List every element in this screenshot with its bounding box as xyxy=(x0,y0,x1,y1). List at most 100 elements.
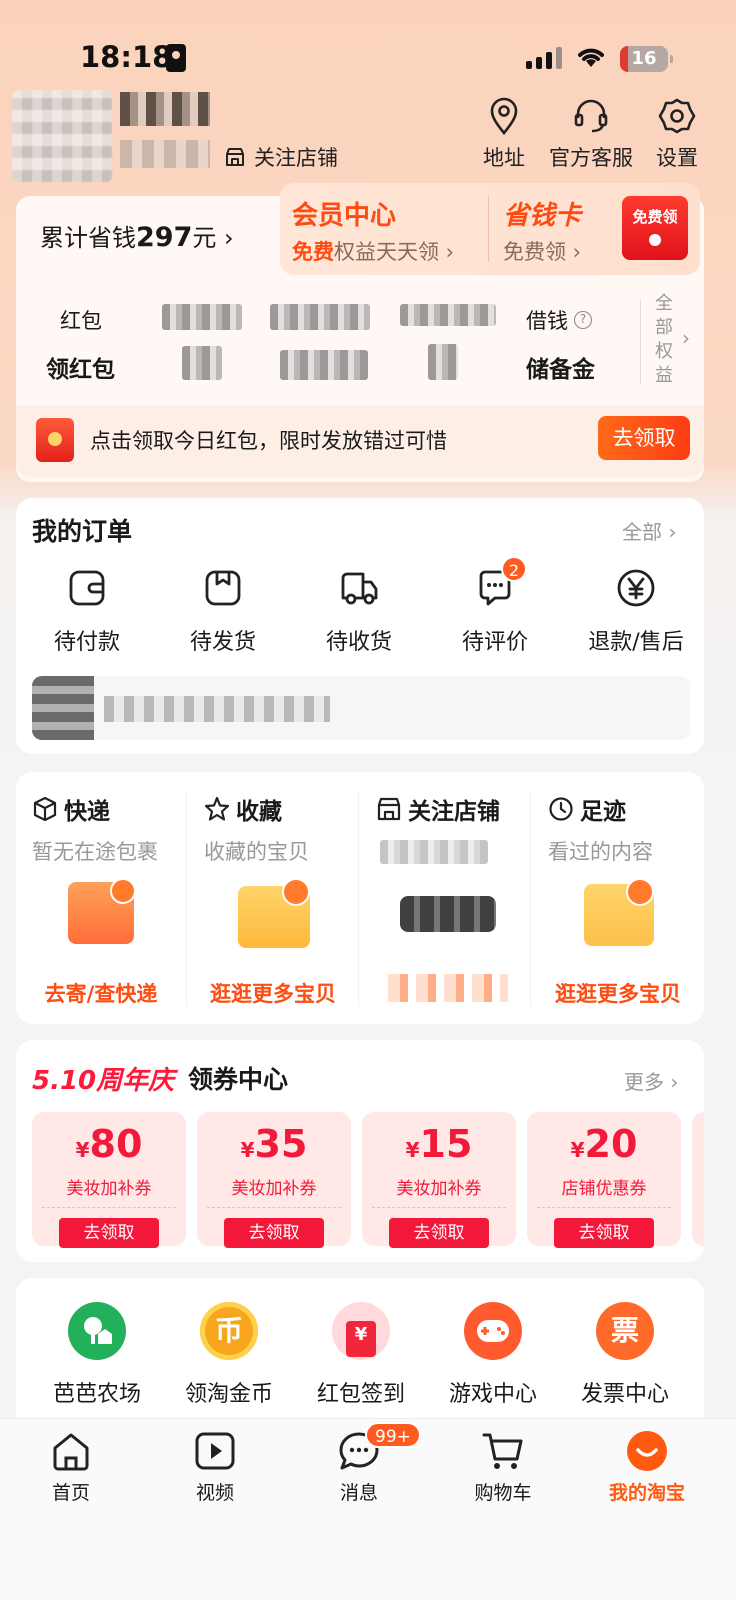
free-claim-button[interactable]: 免费领 xyxy=(622,196,688,260)
express-title: 快递 xyxy=(64,799,110,825)
gold-coin-icon: 币 xyxy=(200,1302,258,1360)
wifi-icon xyxy=(577,45,605,76)
service-gold-coins[interactable]: 币 领淘金币 xyxy=(164,1302,294,1408)
coupon-card[interactable]: ¥15 美妆加补券 去领取 xyxy=(362,1112,516,1248)
message-icon: 99+ xyxy=(337,1422,421,1472)
video-icon xyxy=(193,1430,237,1472)
address-button[interactable]: 地址 xyxy=(459,96,549,172)
vip-center-title[interactable]: 会员中心 xyxy=(292,195,396,232)
portrait-lock-icon xyxy=(166,44,186,72)
coupon-description: 美妆加补券 xyxy=(66,1179,152,1199)
red-envelope-glyph: ¥ xyxy=(346,1321,376,1357)
coupons-more-link[interactable]: 更多 › xyxy=(624,1066,678,1095)
coupon-card-partial xyxy=(692,1112,704,1246)
clock-icon xyxy=(549,797,573,821)
shop-name-blurred xyxy=(380,840,488,864)
invoice-icon: 票 xyxy=(596,1302,654,1360)
blurred-value xyxy=(162,304,242,330)
orders-all-link[interactable]: 全部 › xyxy=(622,516,676,545)
order-pending-payment-label: 待付款 xyxy=(53,630,120,655)
settings-label: 设置 xyxy=(656,146,698,170)
send-track-express-link[interactable]: 去寄/查快递 xyxy=(32,978,170,1008)
tab-messages[interactable]: 99+ 消息 xyxy=(304,1422,421,1505)
claim-coupon-button[interactable]: 去领取 xyxy=(224,1218,324,1248)
service-label: 红包签到 xyxy=(316,1382,405,1407)
claim-coupon-button[interactable]: 去领取 xyxy=(554,1218,654,1248)
star-icon xyxy=(204,796,230,821)
package-icon xyxy=(203,568,243,608)
service-red-packet-checkin[interactable]: ¥ 红包签到 xyxy=(296,1302,426,1408)
settings-button[interactable]: 设置 xyxy=(632,96,722,172)
follow-shop-label: 关注店铺 xyxy=(254,146,338,170)
browse-more-link[interactable]: 逛逛更多宝贝 xyxy=(548,978,688,1008)
saving-card-subtitle[interactable]: 免费领 › xyxy=(503,236,581,266)
favorites-card[interactable]: 收藏 收藏的宝贝 xyxy=(204,792,374,866)
favorites-subtitle: 收藏的宝贝 xyxy=(204,840,309,864)
help-icon[interactable]: ? xyxy=(574,311,592,329)
followed-shops-title: 关注店铺 xyxy=(408,799,500,825)
claim-coupon-button[interactable]: 去领取 xyxy=(59,1218,159,1248)
currency-symbol: ¥ xyxy=(240,1138,255,1162)
followed-shops-card[interactable]: 关注店铺 xyxy=(376,792,546,826)
divider xyxy=(530,790,531,1006)
shop-tag-blurred xyxy=(388,974,508,1002)
logistics-text-blurred xyxy=(104,696,330,722)
customer-service-button[interactable]: 官方客服 xyxy=(546,96,636,172)
coupon-divider xyxy=(537,1207,671,1208)
currency-symbol: ¥ xyxy=(570,1138,585,1162)
coupon-card[interactable]: ¥35 美妆加补券 去领取 xyxy=(197,1112,351,1248)
farm-icon xyxy=(68,1302,126,1360)
tab-cart[interactable]: 购物车 xyxy=(448,1430,558,1505)
blurred-value xyxy=(280,350,368,380)
coupon-description: 美妆加补券 xyxy=(231,1179,317,1199)
order-refund-aftersale[interactable]: 退款/售后 xyxy=(576,568,696,656)
tab-my-taobao[interactable]: 我的淘宝 xyxy=(592,1430,702,1505)
vip-center-subtitle[interactable]: 免费权益天天领 › xyxy=(292,236,454,266)
location-pin-icon xyxy=(484,96,524,136)
wallet-icon xyxy=(67,568,107,608)
express-card[interactable]: 快递 暂无在途包裹 xyxy=(32,792,202,866)
borrow-entry[interactable]: 借钱 ? xyxy=(526,305,592,335)
coupon-amount: 80 xyxy=(89,1122,143,1166)
order-pending-shipment[interactable]: 待发货 xyxy=(168,568,278,656)
follow-shop-link[interactable]: 关注店铺 xyxy=(224,142,338,172)
order-pending-review[interactable]: 2 待评价 xyxy=(440,556,550,656)
saving-card-title[interactable]: 省钱卡 xyxy=(503,195,581,232)
service-baba-farm[interactable]: 芭芭农场 xyxy=(32,1302,162,1408)
footprint-card[interactable]: 足迹 看过的内容 xyxy=(548,792,718,866)
tab-home[interactable]: 首页 xyxy=(16,1430,126,1505)
reserve-fund-label[interactable]: 储备金 xyxy=(526,350,595,384)
claim-red-packet-label[interactable]: 领红包 xyxy=(46,350,115,384)
gamepad-icon xyxy=(464,1302,522,1360)
blurred-value xyxy=(400,304,496,326)
coupon-divider xyxy=(372,1207,506,1208)
battery-indicator: 16 xyxy=(620,46,673,72)
savings-summary[interactable]: 累计省钱297元 › xyxy=(40,218,234,253)
customer-service-label: 官方客服 xyxy=(549,146,633,170)
gear-icon xyxy=(657,96,697,136)
username-blurred xyxy=(120,92,210,126)
service-invoice-center[interactable]: 票 发票中心 xyxy=(560,1302,690,1408)
order-pending-payment[interactable]: 待付款 xyxy=(32,568,142,656)
clock-badge-icon xyxy=(626,878,654,906)
express-subtitle: 暂无在途包裹 xyxy=(32,840,158,864)
coupon-card[interactable]: ¥20 店铺优惠券 去领取 xyxy=(527,1112,681,1248)
savings-prefix: 累计省钱 xyxy=(40,224,136,252)
claim-red-packet-button[interactable]: 去领取 xyxy=(598,416,690,460)
review-count-badge: 2 xyxy=(501,556,527,582)
order-pending-receipt[interactable]: 待收货 xyxy=(304,568,414,656)
browse-more-link[interactable]: 逛逛更多宝贝 xyxy=(204,978,342,1008)
shop-icon xyxy=(226,148,244,166)
all-rights-link[interactable]: 全部权益 xyxy=(655,292,679,388)
my-taobao-icon xyxy=(625,1430,669,1472)
truck-icon xyxy=(339,568,379,608)
coupon-card[interactable]: ¥80 美妆加补券 去领取 xyxy=(32,1112,186,1248)
footprint-title: 足迹 xyxy=(580,799,626,825)
tab-video[interactable]: 视频 xyxy=(160,1430,270,1505)
claim-coupon-button[interactable]: 去领取 xyxy=(389,1218,489,1248)
order-pending-receipt-label: 待收货 xyxy=(325,630,392,655)
home-icon xyxy=(49,1430,93,1472)
service-game-center[interactable]: 游戏中心 xyxy=(428,1302,558,1408)
avatar[interactable] xyxy=(12,90,112,182)
tab-label: 购物车 xyxy=(474,1482,532,1504)
